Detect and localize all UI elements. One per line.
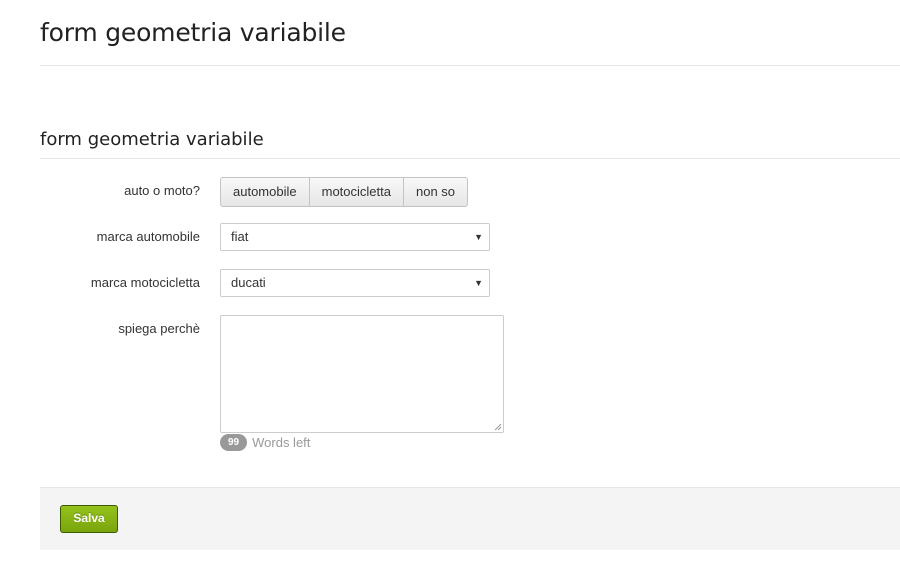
- word-counter: 99 Words left: [220, 433, 310, 451]
- vehicle-type-option-non-so[interactable]: non so: [404, 178, 467, 206]
- form-title-divider: [40, 158, 900, 159]
- form-title: form geometria variabile: [40, 129, 264, 150]
- caret-down-icon: ▼: [474, 232, 483, 242]
- caret-down-icon: ▼: [474, 278, 483, 288]
- save-button[interactable]: Salva: [60, 505, 118, 533]
- moto-brand-label: marca motocicletta: [90, 275, 200, 290]
- vehicle-type-option-automobile[interactable]: automobile: [221, 178, 310, 206]
- vehicle-type-button-group: automobile motocicletta non so: [220, 177, 469, 207]
- words-left-text: Words left: [252, 434, 311, 450]
- car-brand-label: marca automobile: [96, 229, 200, 244]
- explain-label: spiega perchè: [118, 321, 200, 336]
- moto-brand-value: ducati: [231, 275, 266, 290]
- vehicle-type-option-motocicletta[interactable]: motocicletta: [310, 178, 404, 206]
- explain-textarea[interactable]: [220, 315, 504, 433]
- form-actions: Salva: [40, 487, 900, 550]
- car-brand-select[interactable]: fiat ▼: [220, 223, 490, 251]
- title-divider: [40, 65, 900, 66]
- car-brand-value: fiat: [231, 229, 249, 244]
- vehicle-type-label: auto o moto?: [124, 183, 200, 198]
- page-title: form geometria variabile: [40, 18, 346, 47]
- resize-grip-icon[interactable]: [494, 423, 502, 431]
- moto-brand-select[interactable]: ducati ▼: [220, 269, 490, 297]
- words-left-badge: 99: [220, 433, 248, 451]
